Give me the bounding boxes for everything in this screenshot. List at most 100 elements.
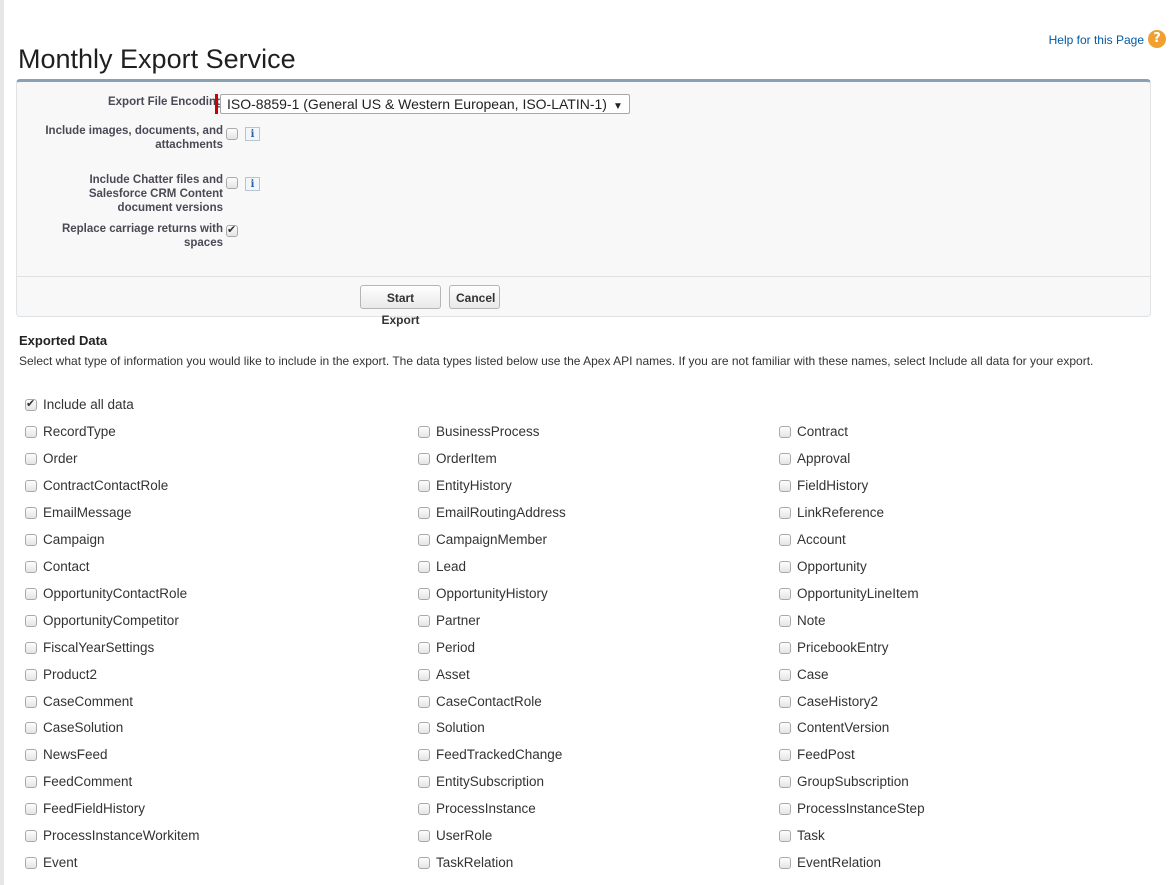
data-type-label: FeedComment	[43, 774, 133, 789]
data-type-checkbox[interactable]	[779, 642, 791, 654]
data-type-checkbox[interactable]	[779, 480, 791, 492]
data-type-label: Approval	[797, 451, 851, 466]
data-type-label: ProcessInstanceWorkitem	[43, 828, 200, 843]
data-type-checkbox[interactable]	[25, 480, 37, 492]
cancel-button[interactable]: Cancel	[449, 285, 500, 309]
encoding-select[interactable]: ISO-8859-1 (General US & Western Europea…	[220, 94, 630, 114]
data-type-label: FeedFieldHistory	[43, 801, 146, 816]
data-type-checkbox[interactable]	[25, 588, 37, 600]
data-type-checkbox[interactable]	[25, 453, 37, 465]
data-type-checkbox[interactable]	[418, 534, 430, 546]
replace-cr-label: Replace carriage returns with spaces	[61, 223, 223, 249]
data-type-label: Period	[436, 640, 476, 655]
data-type-label: OpportunityHistory	[436, 586, 548, 601]
data-type-label: TaskRelation	[436, 855, 514, 870]
data-type-label: BusinessProcess	[436, 424, 540, 439]
data-type-checkbox[interactable]	[779, 534, 791, 546]
data-type-checkbox[interactable]	[779, 507, 791, 519]
data-type-checkbox[interactable]	[779, 588, 791, 600]
data-type-checkbox[interactable]	[418, 561, 430, 573]
data-type-label: OpportunityCompetitor	[43, 613, 179, 628]
data-type-label: Asset	[436, 667, 470, 682]
data-type-checkbox[interactable]	[25, 749, 37, 761]
encoding-select-wrapper: ISO-8859-1 (General US & Western Europea…	[215, 94, 630, 114]
data-type-checkbox[interactable]	[25, 426, 37, 438]
data-type-checkbox[interactable]	[418, 749, 430, 761]
data-type-checkbox[interactable]	[418, 480, 430, 492]
data-type-checkbox[interactable]	[418, 642, 430, 654]
data-type-checkbox[interactable]	[25, 857, 37, 869]
info-icon[interactable]: i	[245, 127, 260, 141]
data-type-checkbox[interactable]	[25, 507, 37, 519]
include-images-checkbox[interactable]	[226, 128, 238, 140]
info-icon[interactable]: i	[245, 177, 260, 191]
data-type-label: Campaign	[43, 532, 105, 547]
left-edge-rule	[0, 0, 4, 885]
data-type-checkbox[interactable]	[418, 696, 430, 708]
data-type-label: EventRelation	[797, 855, 882, 870]
include-all-data-label: Include all data	[43, 397, 134, 412]
data-type-label: EmailRoutingAddress	[436, 505, 566, 520]
data-type-label: ProcessInstanceStep	[797, 801, 925, 816]
data-type-checkbox[interactable]	[418, 830, 430, 842]
data-type-label: EntitySubscription	[436, 774, 545, 789]
data-type-checkbox[interactable]	[25, 669, 37, 681]
data-type-label: Opportunity	[797, 559, 867, 574]
data-type-label: ProcessInstance	[436, 801, 536, 816]
data-type-label: OpportunityContactRole	[43, 586, 188, 601]
data-type-checkbox[interactable]	[25, 642, 37, 654]
data-type-label: CampaignMember	[436, 532, 548, 547]
data-type-checkbox[interactable]	[779, 803, 791, 815]
data-type-checkbox[interactable]	[418, 669, 430, 681]
data-type-label: PricebookEntry	[797, 640, 889, 655]
data-type-checkbox[interactable]	[418, 857, 430, 869]
data-type-label: EntityHistory	[436, 478, 512, 493]
data-type-checkbox[interactable]	[25, 722, 37, 734]
replace-cr-checkbox[interactable]	[226, 223, 238, 237]
data-type-label: Lead	[436, 559, 467, 574]
data-type-checkbox[interactable]	[418, 722, 430, 734]
start-export-button[interactable]: Start Export	[360, 285, 441, 327]
data-type-checkbox[interactable]	[25, 534, 37, 546]
data-type-checkbox[interactable]	[25, 615, 37, 627]
data-type-checkbox[interactable]	[779, 453, 791, 465]
data-type-label: EmailMessage	[43, 505, 132, 520]
data-type-checkbox[interactable]	[779, 426, 791, 438]
data-type-checkbox[interactable]	[779, 561, 791, 573]
data-type-checkbox[interactable]	[779, 776, 791, 788]
data-type-checkbox[interactable]	[779, 722, 791, 734]
data-type-checkbox[interactable]	[779, 696, 791, 708]
data-type-checkbox[interactable]	[779, 857, 791, 869]
data-type-checkbox[interactable]	[418, 507, 430, 519]
panel-divider	[17, 276, 1150, 277]
data-type-checkbox[interactable]	[779, 749, 791, 761]
data-type-label: CaseSolution	[43, 720, 124, 735]
data-type-label: Product2	[43, 667, 98, 682]
help-link[interactable]: Help for this Page	[1049, 33, 1144, 47]
data-type-checkbox[interactable]	[779, 669, 791, 681]
page-title: Monthly Export Service	[18, 44, 296, 75]
data-type-label: UserRole	[436, 828, 493, 843]
data-type-checkbox[interactable]	[779, 830, 791, 842]
data-type-checkbox[interactable]	[418, 615, 430, 627]
include-all-data-checkbox[interactable]	[25, 397, 37, 411]
data-type-checkbox[interactable]	[25, 696, 37, 708]
data-type-checkbox[interactable]	[779, 615, 791, 627]
data-type-checkbox[interactable]	[25, 561, 37, 573]
exported-data-title: Exported Data	[19, 333, 108, 348]
data-type-checkbox[interactable]	[418, 776, 430, 788]
data-type-checkbox[interactable]	[25, 830, 37, 842]
include-chatter-checkbox[interactable]	[226, 177, 238, 189]
data-type-checkbox[interactable]	[418, 426, 430, 438]
data-type-label: Solution	[436, 720, 485, 735]
help-icon[interactable]: ?	[1148, 30, 1166, 48]
data-type-label: NewsFeed	[43, 747, 108, 762]
data-type-label: CaseHistory2	[797, 694, 879, 709]
include-chatter-label: Include Chatter files and Salesforce CRM…	[88, 174, 223, 214]
data-type-checkbox[interactable]	[418, 588, 430, 600]
data-type-checkbox[interactable]	[25, 803, 37, 815]
data-type-label: Case	[797, 667, 829, 682]
data-type-checkbox[interactable]	[418, 453, 430, 465]
data-type-checkbox[interactable]	[25, 776, 37, 788]
data-type-checkbox[interactable]	[418, 803, 430, 815]
